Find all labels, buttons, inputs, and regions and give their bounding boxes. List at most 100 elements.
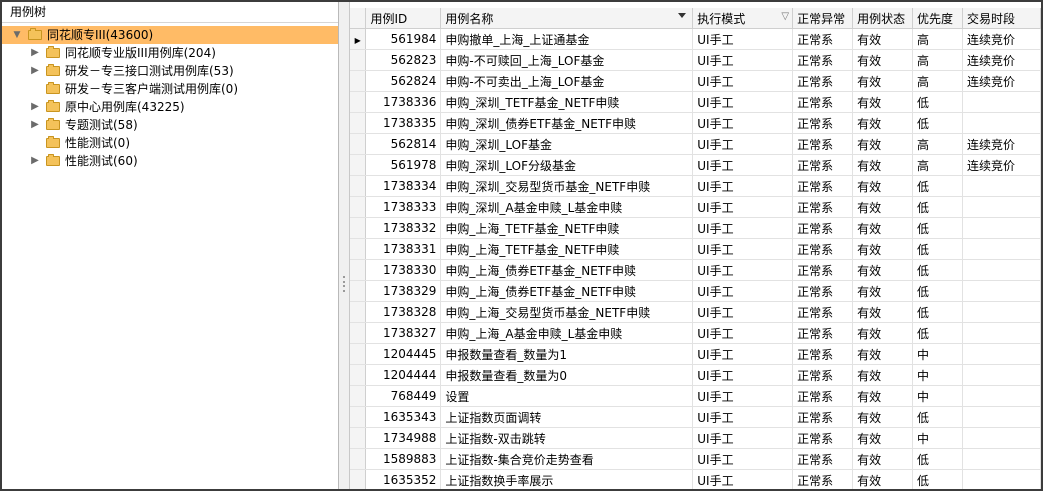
cell-mode[interactable]: UI手工 [692,112,794,134]
cell-name[interactable]: 申购_上海_交易型货币基金_NETF申赎 [440,301,694,323]
cell-status[interactable]: 有效 [852,238,914,260]
cell-session[interactable] [962,217,1041,239]
cell-priority[interactable]: 低 [912,469,964,489]
cell-normal[interactable]: 正常系 [792,175,854,197]
cell-normal[interactable]: 正常系 [792,385,854,407]
row-indicator[interactable] [350,154,367,176]
cell-id[interactable]: 768449 [365,385,442,407]
cell-mode[interactable]: UI手工 [692,343,794,365]
cell-priority[interactable]: 高 [912,133,964,155]
cell-mode[interactable]: UI手工 [692,406,794,428]
table-row[interactable]: 1738328 申购_上海_交易型货币基金_NETF申赎 UI手工 正常系 有效低 [350,301,1041,323]
table-row[interactable]: 1738331 申购_上海_TETF基金_NETF申赎 UI手工 正常系 有效低 [350,238,1041,260]
tree-node[interactable]: ▶ 研发－专三接口测试用例库(53) [2,62,338,80]
row-indicator[interactable] [350,469,367,489]
row-indicator[interactable] [350,322,367,344]
cell-priority[interactable]: 低 [912,175,964,197]
table-row[interactable]: 1635343 上证指数页面调转 UI手工 正常系 有效低 [350,406,1041,428]
cell-status[interactable]: 有效 [852,385,914,407]
cell-id[interactable]: 562823 [365,49,442,71]
cell-normal[interactable]: 正常系 [792,28,854,50]
row-indicator[interactable] [350,133,367,155]
table-row[interactable]: 768449 设置 UI手工 正常系 有效中 [350,385,1041,407]
cell-mode[interactable]: UI手工 [692,364,794,386]
cell-id[interactable]: 1734988 [365,427,442,449]
cell-status[interactable]: 有效 [852,112,914,134]
cell-session[interactable] [962,112,1041,134]
cell-session[interactable] [962,196,1041,218]
table-row[interactable]: 1738333 申购_深圳_A基金申赎_L基金申赎 UI手工 正常系 有效低 [350,196,1041,218]
cell-normal[interactable]: 正常系 [792,238,854,260]
table-row[interactable]: 1589883 上证指数-集合竞价走势查看 UI手工 正常系 有效低 [350,448,1041,470]
tree-node[interactable]: ▶ 专题测试(58) [2,116,338,134]
cell-normal[interactable]: 正常系 [792,343,854,365]
table-row[interactable]: 1738335 申购_深圳_债券ETF基金_NETF申赎 UI手工 正常系 有效低 [350,112,1041,134]
cell-status[interactable]: 有效 [852,154,914,176]
cell-session[interactable]: 连续竞价 [962,70,1041,92]
cell-name[interactable]: 申购-不可赎回_上海_LOF基金 [440,49,694,71]
cell-name[interactable]: 上证指数页面调转 [440,406,694,428]
cell-status[interactable]: 有效 [852,469,914,489]
cell-name[interactable]: 申购-不可卖出_上海_LOF基金 [440,70,694,92]
cell-priority[interactable]: 低 [912,91,964,113]
cell-normal[interactable]: 正常系 [792,217,854,239]
cell-session[interactable] [962,259,1041,281]
table-row[interactable]: 1204445 申报数量查看_数量为1 UI手工 正常系 有效中 [350,343,1041,365]
cell-normal[interactable]: 正常系 [792,364,854,386]
cell-id[interactable]: 561984 [365,28,442,50]
cell-status[interactable]: 有效 [852,406,914,428]
cell-id[interactable]: 1738327 [365,322,442,344]
tree-node[interactable]: ▼ 同花顺专III(43600) [2,26,338,44]
cell-session[interactable] [962,427,1041,449]
row-indicator[interactable] [350,427,367,449]
cell-priority[interactable]: 高 [912,28,964,50]
cell-normal[interactable]: 正常系 [792,301,854,323]
cell-mode[interactable]: UI手工 [692,154,794,176]
cell-mode[interactable]: UI手工 [692,133,794,155]
table-row[interactable]: 562814 申购_深圳_LOF基金 UI手工 正常系 有效高连续竞价 [350,133,1041,155]
cell-status[interactable]: 有效 [852,49,914,71]
row-indicator[interactable] [350,364,367,386]
cell-priority[interactable]: 高 [912,49,964,71]
cell-priority[interactable]: 低 [912,406,964,428]
cell-mode[interactable]: UI手工 [692,301,794,323]
triangle-down-icon[interactable]: ▼ [12,26,22,44]
cell-normal[interactable]: 正常系 [792,259,854,281]
table-row[interactable]: 562824 申购-不可卖出_上海_LOF基金 UI手工 正常系 有效高连续竞价 [350,70,1041,92]
cell-mode[interactable]: UI手工 [692,448,794,470]
cell-normal[interactable]: 正常系 [792,427,854,449]
cell-id[interactable]: 1738335 [365,112,442,134]
table-row[interactable]: 1738336 申购_深圳_TETF基金_NETF申赎 UI手工 正常系 有效低 [350,91,1041,113]
table-row[interactable]: 1204444 申报数量查看_数量为0 UI手工 正常系 有效中 [350,364,1041,386]
cell-session[interactable]: 连续竞价 [962,28,1041,50]
cell-id[interactable]: 562824 [365,70,442,92]
cell-mode[interactable]: UI手工 [692,259,794,281]
cell-name[interactable]: 上证指数换手率展示 [440,469,694,489]
cell-status[interactable]: 有效 [852,217,914,239]
cell-id[interactable]: 561978 [365,154,442,176]
cell-priority[interactable]: 中 [912,385,964,407]
cell-name[interactable]: 申购_深圳_债券ETF基金_NETF申赎 [440,112,694,134]
column-header-session[interactable]: 交易时段 [962,8,1041,29]
cell-id[interactable]: 1204445 [365,343,442,365]
cell-mode[interactable]: UI手工 [692,91,794,113]
cell-name[interactable]: 申购_深圳_交易型货币基金_NETF申赎 [440,175,694,197]
column-header-name[interactable]: 用例名称 [440,8,694,29]
cell-status[interactable]: 有效 [852,133,914,155]
table-row[interactable]: 1635352 上证指数换手率展示 UI手工 正常系 有效低 [350,469,1041,489]
cell-status[interactable]: 有效 [852,259,914,281]
pane-splitter[interactable] [339,2,350,489]
row-indicator[interactable] [350,238,367,260]
cell-id[interactable]: 1738330 [365,259,442,281]
cell-normal[interactable]: 正常系 [792,70,854,92]
cell-mode[interactable]: UI手工 [692,196,794,218]
cell-id[interactable]: 562814 [365,133,442,155]
cell-priority[interactable]: 低 [912,301,964,323]
cell-status[interactable]: 有效 [852,28,914,50]
tree-node[interactable]: ▶ 原中心用例库(43225) [2,98,338,116]
table-row[interactable]: 561978 申购_深圳_LOF分级基金 UI手工 正常系 有效高连续竞价 [350,154,1041,176]
cell-status[interactable]: 有效 [852,448,914,470]
cell-id[interactable]: 1204444 [365,364,442,386]
row-indicator[interactable] [350,301,367,323]
row-indicator[interactable] [350,91,367,113]
